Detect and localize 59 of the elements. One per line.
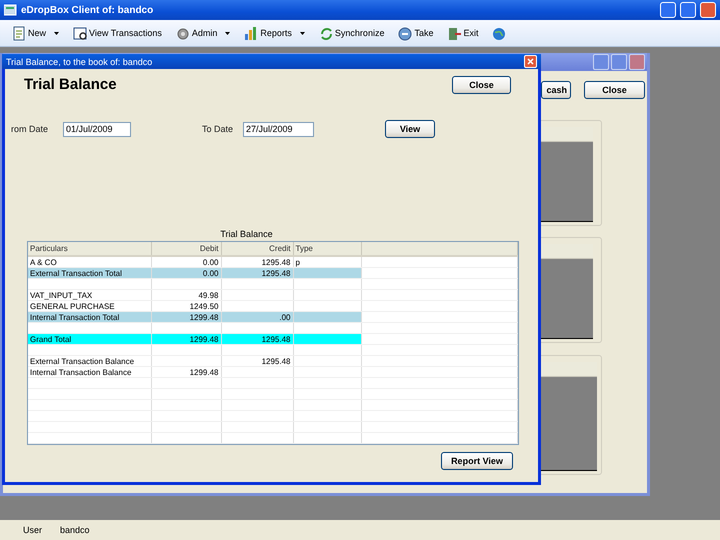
table-cell: 1299.48	[151, 312, 221, 322]
minimize-button[interactable]	[593, 54, 609, 70]
table-cell: 0.00	[151, 268, 221, 278]
column-header[interactable]: Type	[293, 242, 361, 256]
table-cell: VAT_INPUT_TAX	[28, 290, 151, 300]
view-button[interactable]: View	[385, 120, 435, 138]
table-cell: Internal Transaction Balance	[28, 366, 151, 378]
report-view-button[interactable]: Report View	[441, 452, 513, 470]
table-cell: Internal Transaction Total	[28, 312, 151, 322]
to-date-field[interactable]: 27/Jul/2009	[243, 122, 314, 136]
to-date-label: To Date	[202, 124, 234, 134]
toolbar-button[interactable]: Take	[398, 26, 434, 40]
close-button[interactable]	[629, 54, 645, 70]
table-cell: 1299.48	[151, 334, 221, 344]
globe-icon	[492, 26, 506, 40]
refresh-icon	[318, 26, 333, 40]
table-cell: Grand Total	[28, 334, 151, 344]
toolbar-button[interactable]: New	[12, 26, 60, 40]
report-heading: Trial Balance	[24, 76, 117, 93]
table-cell: 1295.48	[221, 268, 293, 278]
table-cell: .00	[221, 312, 293, 322]
table-cell: 1295.48	[221, 334, 293, 344]
globe-button[interactable]	[492, 26, 506, 40]
window-title: eDropBox Client of: bandco	[21, 4, 154, 16]
app-icon	[4, 4, 17, 16]
caret-icon	[54, 32, 60, 34]
cash-button[interactable]: cash	[541, 81, 571, 99]
close-button[interactable]: Close	[584, 81, 645, 99]
gear-icon	[176, 26, 190, 40]
toolbar-button[interactable]: Reports	[244, 26, 305, 40]
table-caption: Trial Balance	[219, 229, 274, 239]
close-button[interactable]: Close	[452, 76, 511, 94]
toolbar-button[interactable]: Exit	[447, 26, 478, 40]
toolbar-button[interactable]: Admin	[176, 26, 230, 40]
status-label: User	[23, 525, 42, 535]
dialog-title: Trial Balance, to the book of: bandco	[6, 56, 154, 66]
table-cell: External Transaction Balance	[28, 356, 151, 366]
toolbar-button[interactable]: View Transactions	[73, 26, 162, 40]
column-header[interactable]: Particulars	[28, 242, 151, 256]
toolbar-button[interactable]: Synchronize	[318, 26, 384, 40]
table-cell: 1295.48	[221, 356, 293, 366]
magnifier-icon	[73, 26, 88, 40]
disc-icon	[398, 26, 412, 40]
from-date-label: rom Date	[11, 124, 50, 134]
restore-button[interactable]	[680, 2, 696, 18]
table-cell: 1299.48	[151, 366, 221, 378]
document-icon	[12, 26, 26, 40]
column-header[interactable]: Debit	[151, 242, 221, 256]
column-header[interactable]: Credit	[221, 242, 293, 256]
caret-icon	[300, 32, 305, 34]
from-date-field[interactable]: 01/Jul/2009	[63, 122, 131, 136]
status-user: bandco	[60, 525, 90, 535]
bar-chart-icon	[244, 26, 258, 40]
table-cell: External Transaction Total	[28, 268, 151, 278]
close-icon[interactable]	[524, 55, 537, 68]
door-icon	[447, 26, 462, 40]
maximize-button[interactable]	[611, 54, 627, 70]
caret-icon	[225, 32, 230, 34]
table-cell: 49.98	[151, 290, 221, 300]
